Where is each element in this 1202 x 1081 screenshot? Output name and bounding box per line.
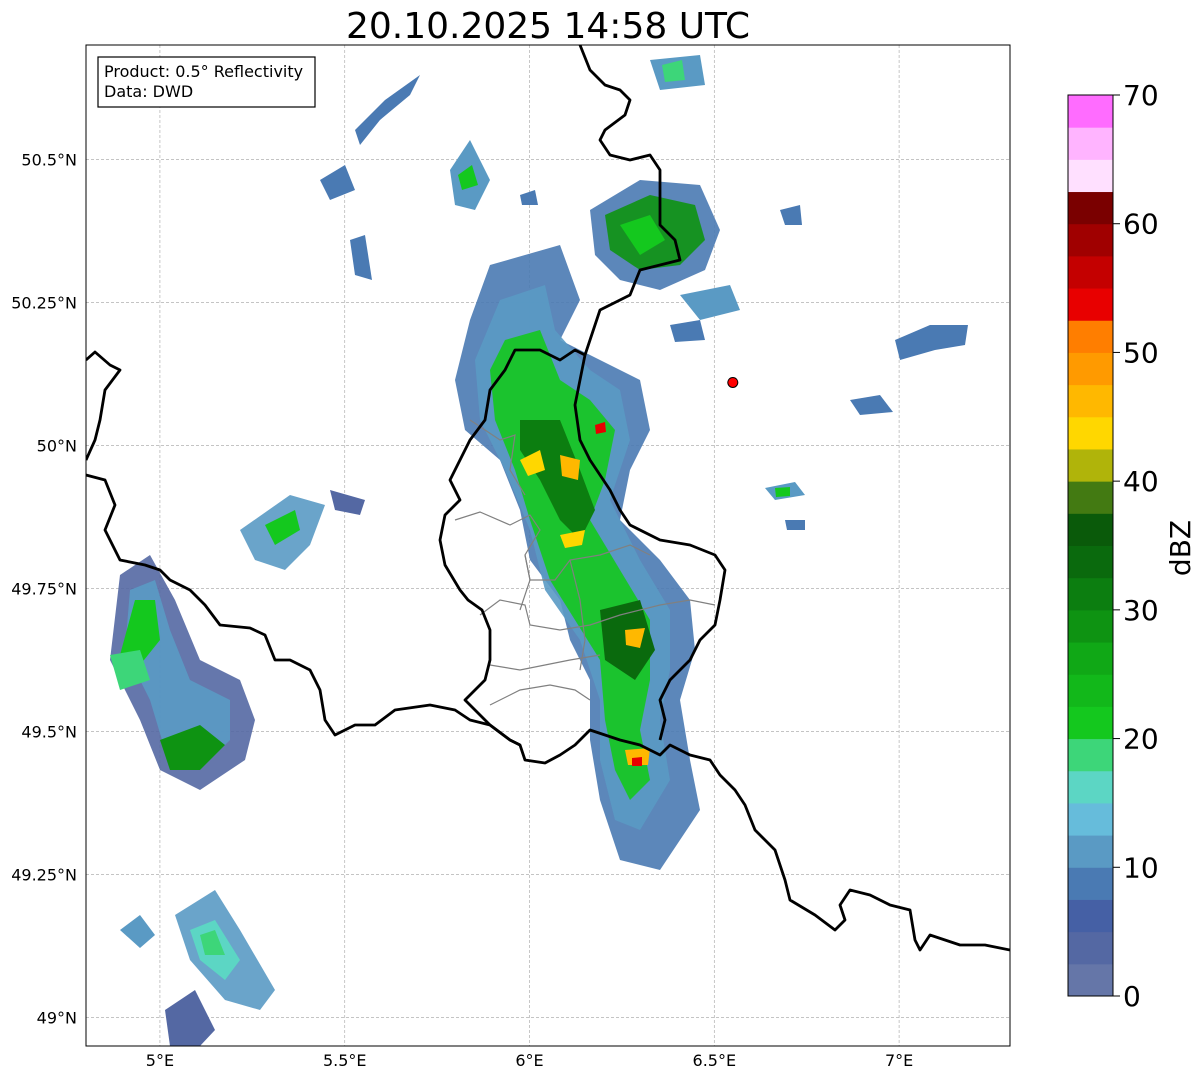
colorbar-swatch [1068, 448, 1113, 482]
colorbar-swatch [1068, 577, 1113, 611]
colorbar-swatches [1068, 95, 1113, 997]
colorbar-swatch [1068, 963, 1113, 997]
colorbar-swatch [1068, 95, 1113, 128]
radar-map-figure: 20.10.2025 14:58 UTC 5°E 5.5°E 6°E 6.5°E… [11, 6, 1197, 1070]
longitude-labels: 5°E 5.5°E 6°E 6.5°E 7°E [146, 1051, 913, 1070]
colorbar-swatch [1068, 706, 1113, 740]
colorbar-swatch [1068, 481, 1113, 514]
colorbar-tick-label: 50 [1123, 336, 1159, 369]
lon-tick-label: 5°E [146, 1051, 174, 1070]
lon-tick-label: 7°E [885, 1051, 913, 1070]
map-title: 20.10.2025 14:58 UTC [346, 6, 750, 47]
colorbar-tick-label: 70 [1123, 79, 1159, 112]
colorbar: 0 10 20 30 40 50 60 70 dBZ [1067, 79, 1197, 1013]
colorbar-swatch [1068, 802, 1113, 836]
latitude-labels: 49°N 49.25°N 49.5°N 49.75°N 50°N 50.25°N 50.5°… [11, 150, 77, 1027]
colorbar-swatch [1068, 191, 1113, 225]
echo-east-5 [785, 520, 805, 530]
colorbar-swatch [1068, 320, 1113, 353]
radar-site-marker[interactable] [727, 376, 739, 388]
colorbar-tick-label: 10 [1123, 851, 1159, 884]
lat-tick-label: 49.5°N [21, 722, 77, 741]
info-box-data-source: Data: DWD [104, 82, 193, 101]
colorbar-swatch [1068, 674, 1113, 707]
colorbar-swatch [1068, 931, 1113, 965]
colorbar-swatch [1068, 352, 1113, 386]
echo-main-red2 [632, 757, 642, 766]
colorbar-tick-label: 20 [1123, 723, 1159, 756]
colorbar-swatch [1068, 513, 1113, 546]
echo-east-3-core [775, 487, 790, 497]
lon-tick-label: 6°E [515, 1051, 543, 1070]
lat-tick-label: 49.25°N [11, 865, 77, 884]
info-box-product: Product: 0.5° Reflectivity [104, 62, 303, 81]
colorbar-tick-label: 40 [1123, 465, 1159, 498]
colorbar-label: dBZ [1164, 520, 1197, 576]
colorbar-tick-label: 30 [1123, 594, 1159, 627]
colorbar-swatch [1068, 127, 1113, 160]
colorbar-ticks: 0 10 20 30 40 50 60 70 [1113, 79, 1159, 1013]
lat-tick-label: 49°N [37, 1008, 77, 1027]
colorbar-swatch [1068, 770, 1113, 804]
colorbar-swatch [1068, 384, 1113, 418]
colorbar-swatch [1068, 867, 1113, 900]
lon-tick-label: 6.5°E [693, 1051, 737, 1070]
product-info-box: Product: 0.5° Reflectivity Data: DWD [97, 56, 316, 108]
colorbar-swatch [1068, 545, 1113, 579]
lat-tick-label: 49.75°N [11, 579, 77, 598]
colorbar-swatch [1068, 255, 1113, 289]
colorbar-swatch [1068, 609, 1113, 643]
colorbar-swatch [1068, 835, 1113, 868]
colorbar-swatch [1068, 416, 1113, 450]
colorbar-tick-label: 60 [1123, 208, 1159, 241]
lat-tick-label: 50.5°N [21, 150, 77, 169]
colorbar-swatch [1068, 642, 1113, 675]
lat-tick-label: 50°N [37, 436, 77, 455]
colorbar-tick-label: 0 [1123, 980, 1141, 1013]
colorbar-swatch [1068, 159, 1113, 193]
colorbar-swatch [1068, 223, 1113, 257]
lat-tick-label: 50.25°N [11, 293, 77, 312]
lon-tick-label: 5.5°E [323, 1051, 367, 1070]
colorbar-swatch [1068, 899, 1113, 933]
colorbar-swatch [1068, 288, 1113, 321]
colorbar-swatch [1068, 738, 1113, 772]
